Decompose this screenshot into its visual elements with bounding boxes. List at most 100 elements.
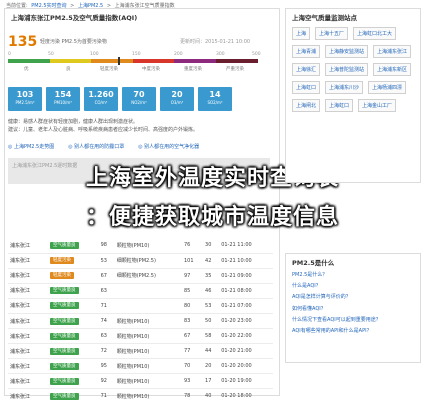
time-cell: 01-21 07:00 [219, 298, 273, 314]
faq-link[interactable]: 什么情况下查看AQI可以起到重要用途？ [292, 315, 414, 326]
table-row: 浦东张江 轻度污染 67 细颗粒物(PM2.5) 97 35 01-21 09:00 [8, 268, 273, 284]
station-link[interactable]: 上海金山工厂 [358, 99, 397, 112]
pollutant-box-so2: 14 SO2/m³ [198, 87, 232, 111]
hourly-data-table: 浦东张江 空气质量良 98 颗粒物(PM10) 76 30 01-21 11:00 浦东张江轻… [8, 238, 273, 400]
level-badge: 轻度污染 [50, 257, 74, 265]
pollutant-box-pm10: 154 PM10/m³ [46, 87, 80, 111]
level-badge: 空气质量良 [50, 302, 79, 310]
aqi-scale-labels: 优 良 轻度污染 中度污染 重度污染 严重污染 [8, 66, 258, 74]
scale-label: 良 [66, 67, 71, 72]
scale-tick: 150 [132, 52, 141, 57]
level-cell: 轻度污染 [48, 253, 99, 269]
table-row: 浦东张江 轻度污染 53 细颗粒物(PM2.5) 101 42 01-21 10:00 [8, 253, 273, 269]
pollutant-cell: 颗粒物(PM10) [114, 238, 182, 254]
aqi-scale-marker [118, 57, 120, 65]
pollutant-cell [114, 298, 182, 314]
station-link[interactable]: 上海虹口北工大 [353, 27, 397, 40]
pollutant-box-no2: 70 NO2/m³ [122, 87, 156, 111]
health-advice: 健康：易感人群症状有轻度加剧，健康人群出现刺激症状。 建议：儿童、老年人及心脏病… [8, 118, 270, 134]
pollutant-value: 14 [209, 90, 221, 99]
station-link[interactable]: 上海闸北 [292, 99, 321, 112]
station-link[interactable]: 上海虹口 [292, 81, 321, 94]
time-cell: 01-21 11:00 [219, 238, 273, 254]
level-cell: 轻度污染 [48, 268, 99, 284]
scale-segment-heavy [174, 59, 216, 63]
pollutant-unit: NO2/m³ [131, 100, 147, 105]
pollutant-value: 1.260 [88, 90, 114, 99]
pollutant-value: 70 [133, 90, 145, 99]
aqi-cell: 63 [98, 328, 115, 345]
station-link[interactable]: 上海徐汇 [292, 63, 321, 76]
station-link[interactable]: 上海浦东新区 [373, 63, 412, 76]
time-cell: 01-20 23:00 [219, 313, 273, 330]
site-cell: 浦东张江 [8, 283, 48, 299]
site-cell: 浦东张江 [8, 268, 48, 284]
faq-link[interactable]: AQI有哪些常用的API和什么是API？ [292, 326, 414, 337]
station-link[interactable]: 上海浦东张江 [373, 45, 412, 58]
pollutant-boxes: 103 PM2.5/m³ 154 PM10/m³ 1.260 CO/m³ 70 NO2/… [8, 87, 270, 111]
pollutant-cell: 颗粒物(PM10) [114, 388, 182, 400]
pollutant-unit: PM2.5/m³ [15, 100, 35, 105]
level-cell: 空气质量良 [48, 298, 99, 314]
time-cell: 01-20 22:00 [219, 328, 273, 345]
aqi-cell: 74 [98, 313, 115, 330]
pm-cell: 67 [181, 328, 204, 345]
o3-cell: 42 [203, 253, 220, 269]
pm-cell: 76 [181, 238, 204, 254]
link-purifiers[interactable]: ◎ 别人都在用的空气净化器 [138, 143, 199, 152]
pollutant-cell: 细颗粒物(PM2.5) [114, 268, 182, 284]
site-cell: 浦东张江 [8, 313, 48, 330]
scale-segment-light [91, 59, 133, 63]
level-badge: 空气质量良 [50, 287, 79, 295]
link-masks[interactable]: ◎ 别人都在用的防霾口罩 [68, 143, 124, 152]
station-link[interactable]: 上海 [292, 27, 311, 40]
o3-cell: 40 [203, 388, 220, 400]
level-cell: 空气质量良 [48, 358, 99, 375]
station-link[interactable]: 上海静安监测站 [325, 45, 369, 58]
o3-cell: 50 [203, 313, 220, 330]
pollutant-unit: PM10/m³ [54, 100, 72, 105]
update-time: 更新时间：2015-01-21 10:00 [180, 39, 251, 45]
time-cell: 01-20 20:00 [219, 358, 273, 375]
station-link[interactable]: 上海普陀监测站 [325, 63, 369, 76]
faq-link[interactable]: AQI是怎样计算与评价的？ [292, 292, 414, 303]
pollutant-unit: SO2/m³ [207, 100, 223, 105]
scale-label: 轻度污染 [100, 67, 118, 72]
station-link[interactable]: 上海杨浦四漂 [368, 81, 407, 94]
pollutant-cell: 颗粒物(PM10) [114, 328, 182, 345]
site-cell: 浦东张江 [8, 238, 48, 254]
faq-link[interactable]: 什么是AQI？ [292, 281, 414, 292]
o3-cell: 20 [203, 358, 220, 375]
station-link[interactable]: 上海虹口 [325, 99, 354, 112]
level-badge: 空气质量良 [50, 347, 79, 355]
pm-cell: 101 [181, 253, 204, 269]
scale-tick: 300 [216, 52, 225, 57]
site-cell: 浦东张江 [8, 253, 48, 269]
level-badge: 空气质量良 [50, 377, 79, 385]
faq-list: PM2.5是什么？ 什么是AQI？ AQI是怎样计算与评价的？ 如何看懂AQI？ 什么情… [286, 270, 420, 337]
stations-box: 上海空气质量监测站点 上海 上海十五厂 上海虹口北工大 上海青浦 上海静安监测站 上海浦东… [285, 8, 421, 183]
level-cell: 空气质量良 [48, 238, 99, 254]
station-link[interactable]: 上海青浦 [292, 45, 321, 58]
scale-label: 中度污染 [142, 67, 160, 72]
time-cell: 01-21 09:00 [219, 268, 273, 284]
aqi-description: 轻度污染 PM2.5为首要污染物 [40, 39, 107, 45]
o3-cell: 58 [203, 328, 220, 345]
aqi-cell: 53 [98, 253, 115, 269]
pm-cell: 93 [181, 373, 204, 390]
station-link[interactable]: 上海浦东川沙 [325, 81, 364, 94]
pollutant-cell: 细颗粒物(PM2.5) [114, 253, 182, 269]
table-row: 浦东张江 空气质量良 74 颗粒物(PM10) 83 50 01-20 23:00 [8, 313, 273, 330]
pollutant-cell: 颗粒物(PM10) [114, 358, 182, 375]
level-badge: 空气质量良 [50, 241, 79, 249]
faq-link[interactable]: 如何看懂AQI？ [292, 304, 414, 315]
link-pm25-trend[interactable]: ◎ 上海PM2.5走势图 [8, 143, 54, 152]
faq-link[interactable]: PM2.5是什么？ [292, 270, 414, 281]
page-title: 上海浦东张江PM2.5及空气质量指数(AQI) [11, 14, 138, 22]
aqi-cell: 92 [98, 373, 115, 390]
table-row: 浦东张江 空气质量良 71 80 53 01-21 07:00 [8, 298, 273, 314]
station-link[interactable]: 上海十五厂 [315, 27, 349, 40]
table-row: 浦东张江 空气质量良 63 85 46 01-21 08:00 [8, 283, 273, 299]
site-cell: 浦东张江 [8, 343, 48, 360]
pollutant-unit: O3/m³ [170, 100, 184, 105]
